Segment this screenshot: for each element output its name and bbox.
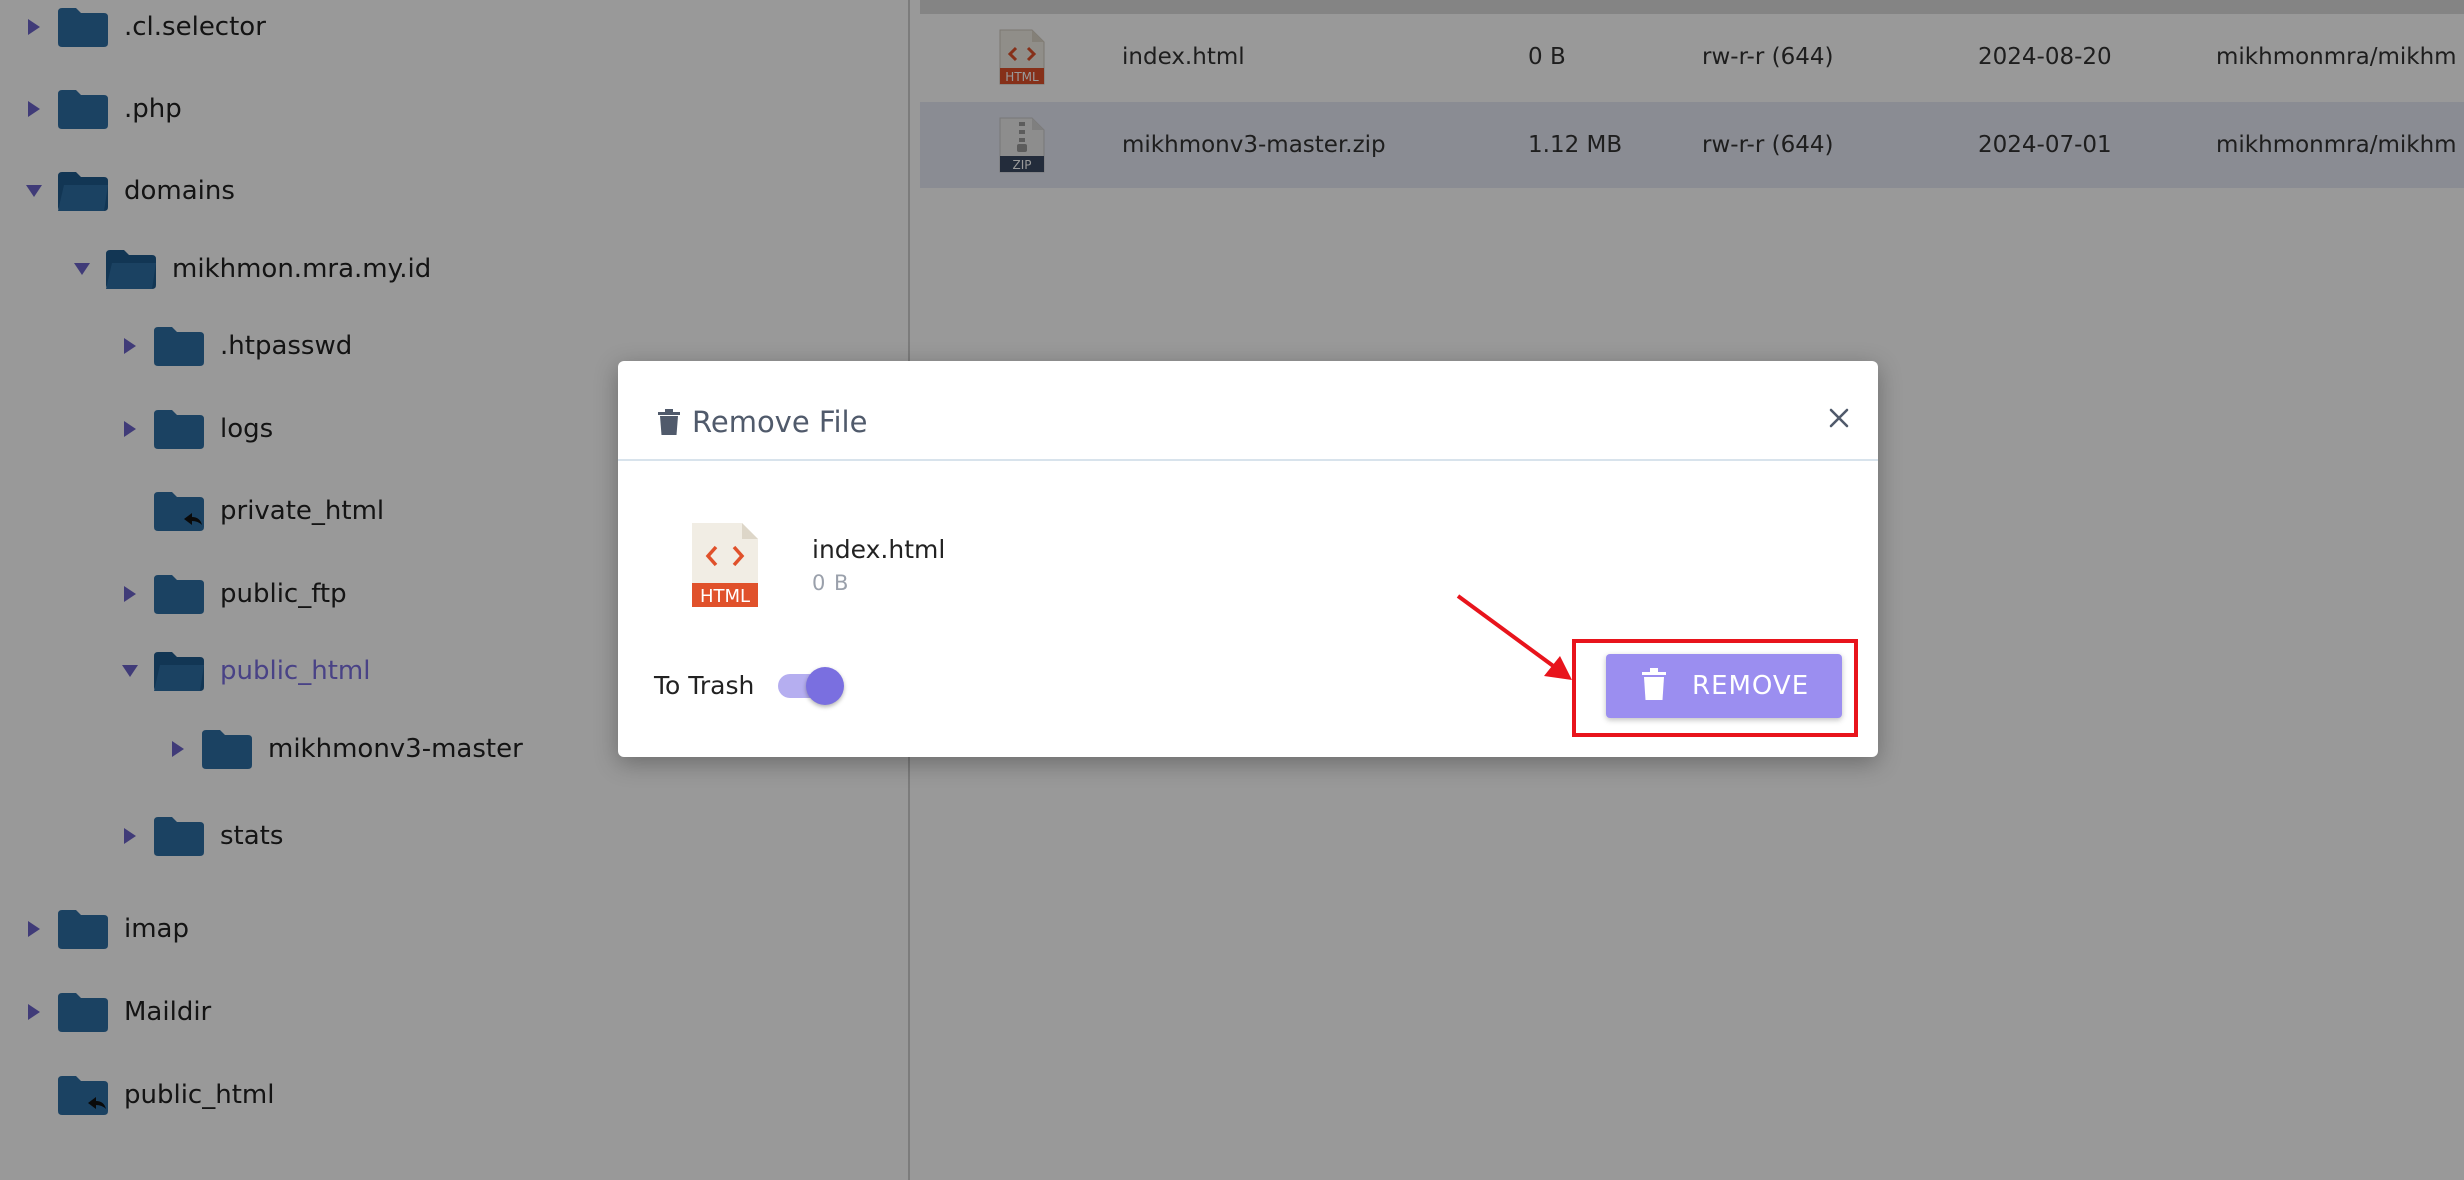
toggle-knob	[806, 667, 844, 705]
dialog-file-size: 0 B	[812, 571, 850, 595]
to-trash-label: To Trash	[654, 671, 755, 700]
svg-text:HTML: HTML	[700, 586, 750, 607]
dialog-title: Remove File	[692, 405, 868, 439]
html-file-icon: HTML	[690, 521, 760, 613]
remove-button-label: REMOVE	[1692, 671, 1810, 701]
close-icon[interactable]	[1826, 405, 1852, 431]
remove-file-dialog: Remove File HTML index.html 0 B To Trash	[618, 361, 1878, 757]
trash-icon	[1642, 668, 1666, 704]
remove-button[interactable]: REMOVE	[1606, 654, 1842, 718]
annotation-arrow-icon	[1456, 594, 1572, 680]
dialog-file-name: index.html	[812, 535, 946, 564]
dialog-header: Remove File	[618, 361, 1878, 461]
to-trash-toggle[interactable]	[778, 667, 844, 705]
trash-icon	[658, 409, 680, 439]
